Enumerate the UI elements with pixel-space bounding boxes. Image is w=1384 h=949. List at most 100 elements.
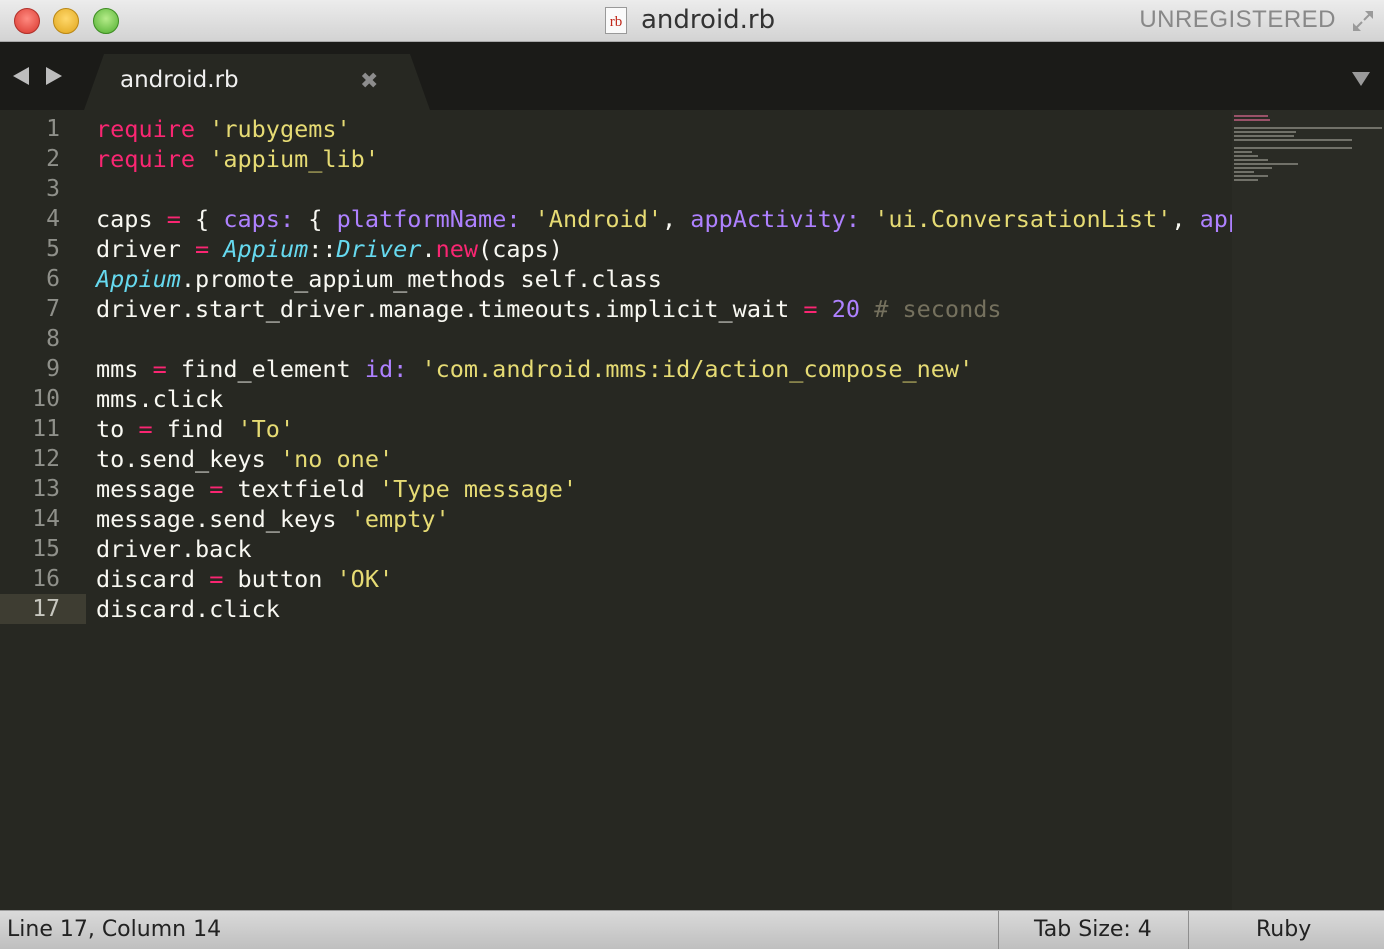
punctuation-token: , [1171,205,1200,233]
identifier-token: driver.back [96,535,252,563]
code-line-15: driver.back [96,534,252,564]
operator-token: = [195,235,210,263]
punctuation-token: . [421,235,436,263]
close-window-button[interactable] [14,8,40,34]
tab-size-selector[interactable]: Tab Size: 4 [1034,917,1152,942]
line-number: 4 [46,206,60,232]
line-number: 15 [32,536,60,562]
identifier-token: discard [96,565,210,593]
identifier-token: driver.start_driver.manage.timeouts.impl… [96,295,804,323]
identifier-token: mms [96,355,153,383]
string-token: 'To' [237,415,295,443]
code-line-1: require 'rubygems' [96,114,351,144]
comment-token: # seconds [874,295,1002,323]
punctuation-token: :: [308,235,337,263]
minimap-line [1234,179,1258,181]
code-line-10: mms.click [96,384,223,414]
symbol-token: appl [1199,205,1232,233]
identifier-token: caps [96,205,167,233]
code-line-12: to.send_keys 'no one' [96,444,393,474]
status-divider [998,911,999,949]
code-line-7: driver.start_driver.manage.timeouts.impl… [96,294,1002,324]
minimap-line [1234,151,1252,153]
minimap-line [1234,119,1270,121]
string-token: 'no one' [279,445,394,473]
operator-token: = [166,205,181,233]
line-number: 12 [32,446,60,472]
fullscreen-icon[interactable] [1350,8,1376,34]
code-line-14: message.send_keys 'empty' [96,504,450,534]
identifier-token: find [152,415,238,443]
code-line-2: require 'appium_lib' [96,144,379,174]
identifier-token: find_element [166,355,365,383]
syntax-selector[interactable]: Ruby [1256,917,1311,942]
keyword-token: new [435,235,479,263]
code-line-9: mms = find_element id: 'com.android.mms:… [96,354,973,384]
tab-list-dropdown-icon[interactable] [1352,72,1370,86]
identifier-token: (caps) [478,235,563,263]
punctuation-token: { [180,205,224,233]
back-arrow-icon[interactable] [13,67,29,85]
minimap-line [1234,171,1254,173]
forward-arrow-icon[interactable] [46,67,62,85]
operator-token: = [152,355,167,383]
tab-android-rb[interactable]: android.rb ✖ [84,54,430,110]
minimap-line [1234,127,1382,129]
line-number: 7 [46,296,60,322]
zoom-window-button[interactable] [93,8,119,34]
minimize-window-button[interactable] [53,8,79,34]
class-token: Driver [336,235,422,263]
cursor-position: Line 17, Column 14 [7,917,222,942]
code-line-5: driver = Appium::Driver.new(caps) [96,234,563,264]
operator-token: = [803,295,818,323]
string-token: 'com.android.mms:id/action_compose_new' [421,355,974,383]
string-token: 'ui.ConversationList' [874,205,1172,233]
code-line-13: message = textfield 'Type message' [96,474,577,504]
tab-bar: android.rb ✖ [0,42,1384,110]
line-number: 11 [32,416,60,442]
operator-token: = [209,475,224,503]
identifier-token: to [96,415,139,443]
ruby-file-icon: rb [605,6,627,34]
minimap[interactable] [1232,110,1384,910]
string-token: 'Android' [534,205,662,233]
symbol-token: appActivity: [690,205,861,233]
minimap-line [1234,131,1296,133]
punctuation-token: , [662,205,691,233]
minimap-line [1234,115,1268,117]
tab-label: android.rb [120,67,239,93]
operator-token: = [138,415,153,443]
number-token: 20 [831,295,861,323]
tab-close-icon[interactable]: ✖ [360,68,378,94]
window-title-group: rb android.rb [605,5,775,35]
minimap-line [1234,135,1294,137]
line-number: 13 [32,476,60,502]
symbol-token: caps: [223,205,295,233]
line-number: 14 [32,506,60,532]
class-token: Appium [223,235,309,263]
minimap-line [1234,159,1268,161]
keyword-token: require [96,115,196,143]
title-bar: rb android.rb UNREGISTERED [0,0,1384,42]
class-token: Appium [96,265,181,293]
line-number-current: 17 [32,596,60,622]
line-number: 9 [46,356,60,382]
line-number: 2 [46,146,60,172]
code-editor[interactable]: 1 2 3 4 5 6 7 8 9 10 11 12 13 14 15 16 1… [0,110,1232,910]
code-line-17: discard.click [96,594,280,624]
identifier-token: to.send_keys [96,445,280,473]
minimap-line [1234,163,1298,165]
line-number: 1 [46,116,60,142]
window-title: android.rb [641,5,776,35]
identifier-token: discard.click [96,595,280,623]
symbol-token: platformName: [336,205,521,233]
line-number: 3 [46,176,60,202]
identifier-token: message [96,475,210,503]
identifier-token: driver [96,235,196,263]
symbol-token: id: [364,355,408,383]
